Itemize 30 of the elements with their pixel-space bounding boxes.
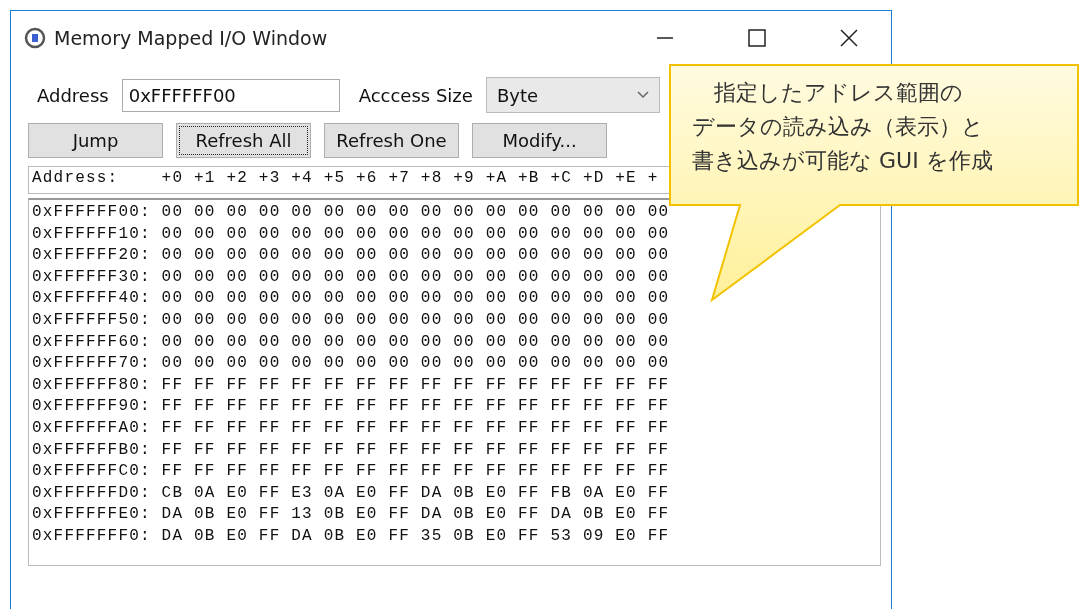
memory-row: 0xFFFFFF20: 00 00 00 00 00 00 00 00 00 00 00 00 00 00 00 00 <box>32 245 670 267</box>
address-label: Address <box>36 84 109 106</box>
memory-row-text: 0xFFFFFF30: 00 00 00 00 00 00 00 00 00 00 00 00 00 00 00 00 <box>32 266 670 288</box>
memory-row-text: 0xFFFFFFB0: FF FF FF FF FF FF FF FF FF FF FF FF FF FF FF FF <box>32 439 670 461</box>
memory-row: 0xFFFFFFE0: DA 0B E0 FF 13 0B E0 FF DA 0B E0 FF DA 0B E0 FF <box>32 504 670 526</box>
close-icon <box>839 28 859 48</box>
app-icon <box>24 27 46 49</box>
memory-row-text: 0xFFFFFF10: 00 00 00 00 00 00 00 00 00 00 00 00 00 00 00 00 <box>32 223 670 245</box>
memory-row-text: 0xFFFFFFA0: FF FF FF FF FF FF FF FF FF FF FF FF FF FF FF FF <box>32 417 670 439</box>
memory-row-text: 0xFFFFFFD0: CB 0A E0 FF E3 0A E0 FF DA 0B E0 FF FB 0A E0 FF <box>32 482 670 504</box>
access-size-label: Acccess Size <box>358 84 473 106</box>
access-size-dropdown[interactable]: Byte <box>485 77 660 113</box>
chevron-down-icon <box>636 91 649 99</box>
memory-row-text: 0xFFFFFF50: 00 00 00 00 00 00 00 00 00 00 00 00 00 00 00 00 <box>32 309 670 331</box>
window-title: Memory Mapped I/O Window <box>54 27 329 49</box>
toolbar-button[interactable]: Jump <box>28 123 163 158</box>
memory-row: 0xFFFFFF70: 00 00 00 00 00 00 00 00 00 00 00 00 00 00 00 00 <box>32 353 670 375</box>
toolbar-button[interactable]: Modify... <box>472 123 607 158</box>
memory-row-text: 0xFFFFFF80: FF FF FF FF FF FF FF FF FF FF FF FF FF FF FF FF <box>32 374 670 396</box>
memory-row-text: 0xFFFFFF00: 00 00 00 00 00 00 00 00 00 00 00 00 00 00 00 00 <box>32 202 670 223</box>
toolbar-button[interactable]: Refresh All <box>176 123 311 158</box>
memory-row-text: 0xFFFFFF60: 00 00 00 00 00 00 00 00 00 00 00 00 00 00 00 00 <box>32 331 670 353</box>
toolbar-button[interactable]: Refresh One <box>324 123 459 158</box>
memory-row: 0xFFFFFF90: FF FF FF FF FF FF FF FF FF FF FF FF FF FF FF FF <box>32 396 670 418</box>
address-field[interactable]: 0xFFFFFF00 <box>121 78 340 112</box>
memory-row-text: 0xFFFFFFF0: DA 0B E0 FF DA 0B E0 FF 35 0B E0 FF 53 09 E0 FF <box>32 525 670 547</box>
memory-row: 0xFFFFFFC0: FF FF FF FF FF FF FF FF FF FF FF FF FF FF FF FF <box>32 461 670 483</box>
memory-row: 0xFFFFFF40: 00 00 00 00 00 00 00 00 00 00 00 00 00 00 00 00 <box>32 288 670 310</box>
minimize-icon <box>656 37 674 39</box>
maximize-icon <box>747 28 767 48</box>
